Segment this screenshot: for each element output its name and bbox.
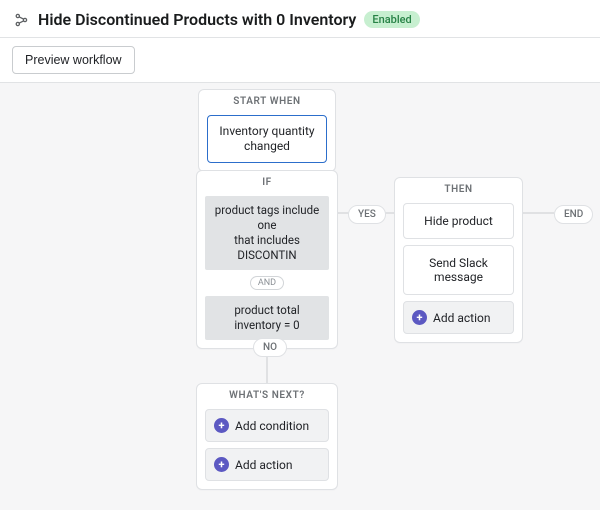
whats-next-header: WHAT'S NEXT? — [197, 384, 337, 403]
add-condition-label: Add condition — [235, 419, 309, 433]
yes-label: YES — [348, 205, 386, 224]
header-bar: Hide Discontinued Products with 0 Invent… — [0, 0, 600, 38]
page-title: Hide Discontinued Products with 0 Invent… — [38, 10, 356, 29]
and-connector: AND — [250, 276, 284, 290]
next-add-action-label: Add action — [235, 458, 292, 472]
no-label: NO — [253, 338, 287, 357]
preview-workflow-button[interactable]: Preview workflow — [12, 46, 135, 74]
add-action-label: Add action — [433, 311, 490, 325]
condition-1[interactable]: product tags include one that includes D… — [205, 196, 329, 270]
plus-icon: + — [214, 457, 229, 472]
start-node: START WHEN Inventory quantity changed — [198, 89, 336, 172]
start-node-header: START WHEN — [199, 90, 335, 109]
next-add-action-button[interactable]: + Add action — [205, 448, 329, 481]
plus-icon: + — [214, 418, 229, 433]
action-send-slack[interactable]: Send Slack message — [403, 245, 514, 295]
if-node-header: IF — [197, 171, 337, 190]
plus-icon: + — [412, 310, 427, 325]
then-node: THEN Hide product Send Slack message + A… — [394, 177, 523, 343]
end-label: END — [554, 205, 593, 224]
then-add-action-button[interactable]: + Add action — [403, 301, 514, 334]
condition-2[interactable]: product total inventory = 0 — [205, 296, 329, 340]
whats-next-node: WHAT'S NEXT? + Add condition + Add actio… — [196, 383, 338, 490]
trigger-card[interactable]: Inventory quantity changed — [207, 115, 327, 163]
then-node-header: THEN — [395, 178, 522, 197]
add-condition-button[interactable]: + Add condition — [205, 409, 329, 442]
workflow-canvas: START WHEN Inventory quantity changed IF… — [0, 83, 600, 510]
status-badge: Enabled — [364, 11, 419, 28]
if-node: IF product tags include one that include… — [196, 170, 338, 349]
action-hide-product[interactable]: Hide product — [403, 203, 514, 239]
workflow-icon — [12, 11, 30, 29]
toolbar: Preview workflow — [0, 38, 600, 83]
